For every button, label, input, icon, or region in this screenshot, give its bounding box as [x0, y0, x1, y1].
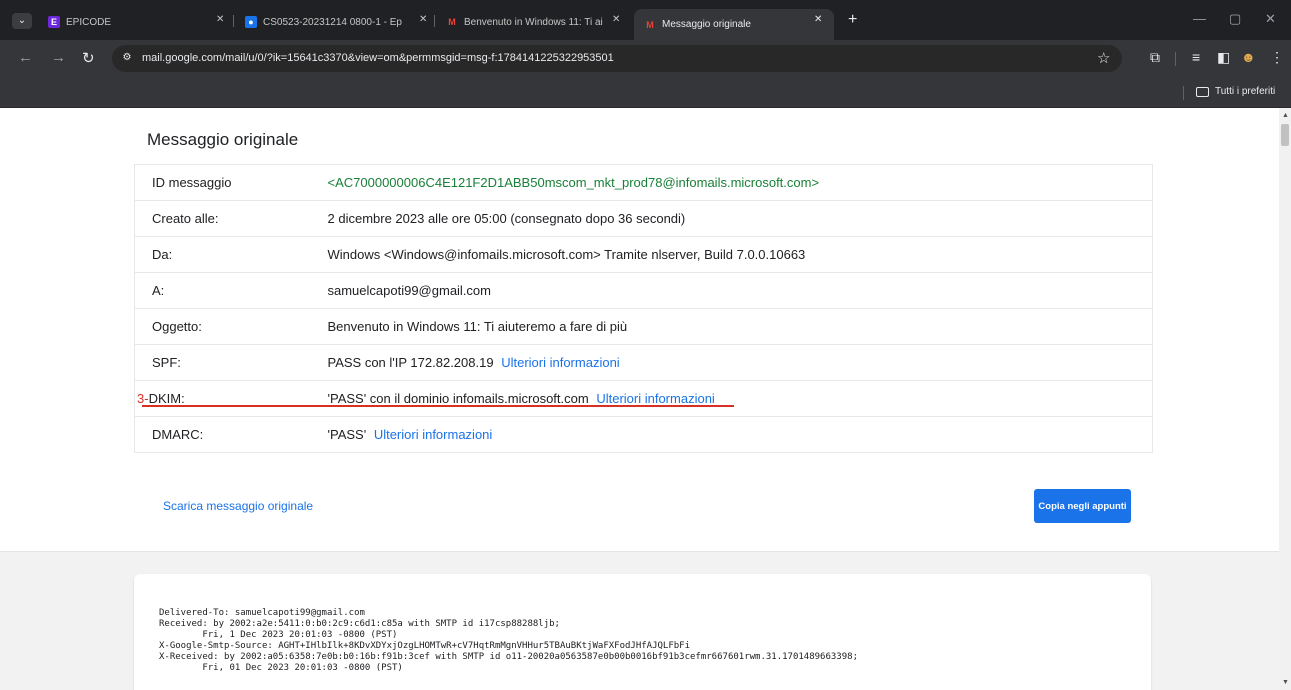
raw-message-source: Delivered-To: samuelcapoti99@gmail.com Re… — [159, 608, 858, 674]
table-row: SPF: PASS con l'IP 172.82.208.19 Ulterio… — [134, 344, 1153, 381]
row-value: samuelcapoti99@gmail.com — [312, 272, 1153, 309]
folder-icon — [1196, 86, 1209, 97]
meeting-icon: ● — [245, 16, 257, 28]
bookmarks-bar: Tutti i preferiti — [0, 77, 1291, 108]
row-label: Oggetto: — [134, 308, 313, 345]
site-settings-icon[interactable]: ⚙ — [120, 52, 134, 65]
scroll-down-icon[interactable]: ▼ — [1282, 679, 1289, 686]
tab-strip: ⌄ E EPICODE ✕ ● CS0523-20231214 0800-1 -… — [0, 0, 1291, 40]
dkim-more-info-link[interactable]: Ulteriori informazioni — [596, 391, 714, 406]
url-text: mail.google.com/mail/u/0/?ik=15641c3370&… — [142, 52, 614, 64]
row-value: Benvenuto in Windows 11: Ti aiuteremo a … — [312, 308, 1153, 345]
table-row: Da: Windows <Windows@infomails.microsoft… — [134, 236, 1153, 273]
tab-epicode[interactable]: E EPICODE — [48, 11, 208, 33]
row-value: 'PASS' Ulteriori informazioni — [313, 417, 1153, 453]
scroll-up-icon[interactable]: ▲ — [1282, 112, 1289, 119]
raw-source-line: X-Received: by 2002:a05:6358:7e0b:b0:16b… — [159, 652, 858, 662]
row-label: SPF: — [134, 344, 313, 381]
row-value: PASS con l'IP 172.82.208.19 Ulteriori in… — [312, 344, 1153, 381]
raw-source-line: Fri, 1 Dec 2023 20:01:03 -0800 (PST) — [159, 630, 398, 640]
raw-message-card: Delivered-To: samuelcapoti99@gmail.com Re… — [134, 574, 1151, 690]
table-row: 3-DKIM: 'PASS' con il dominio infomails.… — [134, 380, 1153, 417]
epicode-icon: E — [48, 16, 60, 28]
message-headers-table: ID messaggio <AC7000000006C4E121F2D1ABB5… — [134, 164, 1153, 453]
page-title: Messaggio originale — [147, 130, 299, 149]
table-row: Oggetto: Benvenuto in Windows 11: Ti aiu… — [134, 308, 1153, 345]
row-label: ID messaggio — [134, 164, 313, 201]
spf-more-info-link[interactable]: Ulteriori informazioni — [501, 355, 619, 370]
gmail-icon: M — [448, 17, 456, 27]
raw-source-line: Received: by 2002:a2e:5411:0:b0:2c9:c6d1… — [159, 619, 560, 629]
annotation-number: 3- — [137, 391, 149, 406]
row-value: 2 dicembre 2023 alle ore 05:00 (consegna… — [312, 200, 1153, 237]
new-tab-icon[interactable]: + — [848, 11, 857, 29]
tab-separator — [233, 15, 234, 27]
raw-source-line: Fri, 01 Dec 2023 20:01:03 -0800 (PST) — [159, 663, 403, 673]
minimize-icon[interactable]: — — [1193, 11, 1206, 26]
row-value: 'PASS' con il dominio infomails.microsof… — [312, 380, 1153, 417]
raw-source-line: Delivered-To: samuelcapoti99@gmail.com — [159, 608, 365, 618]
row-value: Windows <Windows@infomails.microsoft.com… — [312, 236, 1153, 273]
tab-close-icon[interactable]: ✕ — [612, 14, 620, 25]
row-label: Da: — [134, 236, 313, 273]
tab-close-icon[interactable]: ✕ — [216, 14, 224, 25]
row-label: 3-DKIM: — [134, 380, 313, 417]
tab-meeting[interactable]: ● CS0523-20231214 0800-1 - Ep — [245, 11, 417, 33]
all-bookmarks-folder[interactable]: Tutti i preferiti — [1196, 86, 1275, 97]
dmarc-more-info-link[interactable]: Ulteriori informazioni — [374, 427, 492, 442]
table-row: ID messaggio <AC7000000006C4E121F2D1ABB5… — [134, 164, 1153, 201]
tab-search-chevron-icon[interactable]: ⌄ — [12, 13, 32, 29]
row-label: Creato alle: — [134, 200, 313, 237]
row-value: <AC7000000006C4E121F2D1ABB50mscom_mkt_pr… — [312, 164, 1153, 201]
profile-avatar-icon[interactable]: ☻ — [1241, 49, 1256, 65]
browser-toolbar: ← → ↻ ⚙ mail.google.com/mail/u/0/?ik=156… — [0, 40, 1291, 77]
download-original-link[interactable]: Scarica messaggio originale — [163, 499, 313, 513]
dkim-value: 'PASS' con il dominio infomails.microsof… — [327, 391, 589, 406]
extensions-icon[interactable]: ⧉ — [1150, 49, 1160, 66]
more-menu-icon[interactable]: ⋮ — [1270, 49, 1284, 66]
page-scrollbar[interactable]: ▲ ▼ — [1279, 108, 1291, 690]
message-id-value: <AC7000000006C4E121F2D1ABB50mscom_mkt_pr… — [327, 175, 820, 190]
tab-separator — [434, 15, 435, 27]
raw-source-line: X-Google-Smtp-Source: AGHT+IHlbIlk+8KDvX… — [159, 641, 691, 651]
tab-close-icon[interactable]: ✕ — [419, 14, 427, 25]
dmarc-value: 'PASS' — [327, 427, 367, 442]
spf-value: PASS con l'IP 172.82.208.19 — [327, 355, 494, 370]
row-label: DMARC: — [152, 427, 204, 442]
page-content: Messaggio originale ID messaggio <AC7000… — [0, 108, 1279, 690]
tab-messaggio-originale[interactable]: M Messaggio originale — [634, 9, 834, 40]
copy-to-clipboard-button[interactable]: Copia negli appunti — [1034, 489, 1131, 523]
maximize-icon[interactable]: ▢ — [1229, 11, 1241, 27]
raw-message-area: Delivered-To: samuelcapoti99@gmail.com Re… — [0, 551, 1279, 690]
gmail-icon: M — [646, 19, 654, 30]
address-bar[interactable]: ⚙ mail.google.com/mail/u/0/?ik=15641c337… — [112, 45, 1122, 72]
side-panel-icon[interactable]: ◧ — [1217, 49, 1230, 66]
bookmarks-separator — [1183, 86, 1184, 100]
close-window-icon[interactable]: ✕ — [1265, 11, 1276, 27]
row-label: A: — [134, 272, 313, 309]
tab-close-icon[interactable]: ✕ — [814, 14, 822, 25]
scrollbar-thumb[interactable] — [1281, 124, 1289, 146]
toolbar-separator — [1175, 52, 1176, 66]
table-row: A: samuelcapoti99@gmail.com — [134, 272, 1153, 309]
reload-icon[interactable]: ↻ — [82, 49, 95, 67]
forward-arrow-icon[interactable]: → — [51, 49, 66, 66]
table-row: DMARC: 'PASS' Ulteriori informazioni — [135, 417, 1153, 453]
annotation-underline — [142, 405, 734, 407]
dkim-label: DKIM: — [148, 391, 185, 406]
bookmark-star-icon[interactable]: ☆ — [1097, 49, 1110, 67]
back-arrow-icon[interactable]: ← — [18, 49, 33, 66]
tab-benvenuto[interactable]: M Benvenuto in Windows 11: Ti ai — [446, 11, 604, 33]
table-row: Creato alle: 2 dicembre 2023 alle ore 05… — [134, 200, 1153, 237]
reading-list-icon[interactable]: ≡ — [1192, 49, 1200, 65]
